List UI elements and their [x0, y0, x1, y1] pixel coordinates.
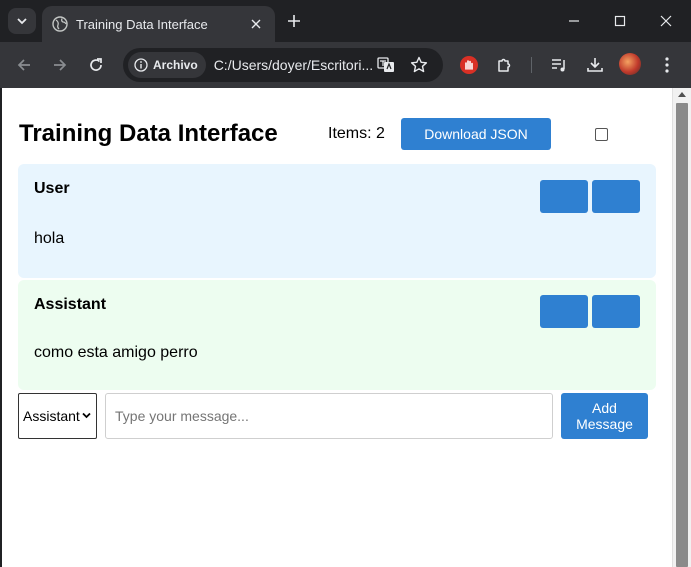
message-card-user: User hola	[18, 164, 656, 278]
minimize-icon	[569, 20, 579, 22]
address-bar[interactable]: Archivo C:/Users/doyer/Escritori...	[123, 48, 443, 82]
arrow-right-icon	[54, 59, 67, 71]
extension-blocker-button[interactable]	[457, 53, 481, 77]
hand-stop-icon	[460, 56, 478, 74]
message-text: hola	[34, 230, 65, 247]
message-role: Assistant	[34, 296, 107, 313]
translate-button[interactable]	[376, 55, 396, 75]
message-input[interactable]	[105, 393, 553, 439]
scroll-up-arrow-icon[interactable]	[678, 92, 686, 97]
scroll-thumb[interactable]	[676, 103, 688, 567]
role-select[interactable]: Assistant	[18, 393, 97, 439]
site-chip-label: Archivo	[153, 58, 198, 72]
message-action-button-1[interactable]	[540, 295, 588, 328]
media-controls-button[interactable]	[547, 53, 571, 77]
header-checkbox[interactable]	[595, 128, 608, 141]
tab-close-button[interactable]	[247, 15, 265, 33]
downloads-button[interactable]	[583, 53, 607, 77]
profile-avatar[interactable]	[619, 53, 641, 75]
maximize-button[interactable]	[597, 0, 643, 42]
translate-icon	[377, 57, 394, 72]
reload-icon	[90, 58, 102, 71]
message-action-button-2[interactable]	[592, 180, 640, 213]
star-icon	[410, 56, 428, 73]
more-vertical-icon	[665, 57, 669, 73]
message-card-assistant: Assistant como esta amigo perro	[18, 280, 656, 390]
browser-tab-bar: Training Data Interface	[0, 0, 691, 42]
tab-search-button[interactable]	[8, 8, 36, 34]
minimize-button[interactable]	[551, 0, 597, 42]
close-window-button[interactable]	[643, 0, 689, 42]
chevron-down-icon	[82, 412, 91, 419]
close-icon	[660, 15, 672, 27]
reload-button[interactable]	[84, 53, 108, 77]
download-icon	[587, 58, 603, 72]
tab-title: Training Data Interface	[76, 16, 208, 32]
maximize-icon	[614, 15, 626, 27]
message-role: User	[34, 180, 70, 197]
bookmark-button[interactable]	[409, 55, 429, 75]
page-viewport: Training Data Interface Items: 2 Downloa…	[2, 88, 672, 567]
message-action-button-1[interactable]	[540, 180, 588, 213]
download-json-button[interactable]: Download JSON	[401, 118, 551, 150]
playlist-icon	[552, 59, 565, 72]
url-text: C:/Users/doyer/Escritori...	[213, 57, 374, 73]
new-tab-button[interactable]	[283, 10, 305, 32]
browser-menu-button[interactable]	[655, 53, 679, 77]
plus-icon	[288, 15, 300, 27]
site-info-chip[interactable]: Archivo	[128, 52, 206, 78]
info-icon	[134, 58, 148, 72]
message-composer: Assistant Add Message	[18, 393, 648, 439]
chevron-down-icon	[17, 18, 27, 25]
add-message-button[interactable]: Add Message	[561, 393, 648, 439]
back-button[interactable]	[12, 53, 36, 77]
toolbar-separator	[531, 57, 532, 73]
role-select-value: Assistant	[23, 408, 80, 424]
message-action-button-2[interactable]	[592, 295, 640, 328]
page-title: Training Data Interface	[19, 120, 278, 147]
page-scrollbar[interactable]	[672, 88, 691, 567]
arrow-left-icon	[17, 59, 30, 71]
forward-button[interactable]	[48, 53, 72, 77]
puzzle-icon	[498, 58, 511, 72]
globe-icon	[52, 16, 68, 32]
message-text: como esta amigo perro	[34, 344, 198, 361]
close-icon	[251, 19, 261, 29]
app-header: Training Data Interface Items: 2 Downloa…	[18, 118, 648, 152]
browser-tab[interactable]: Training Data Interface	[42, 6, 275, 42]
items-count: Items: 2	[328, 125, 385, 142]
browser-toolbar: Archivo C:/Users/doyer/Escritori...	[0, 42, 691, 88]
extensions-button[interactable]	[493, 53, 517, 77]
